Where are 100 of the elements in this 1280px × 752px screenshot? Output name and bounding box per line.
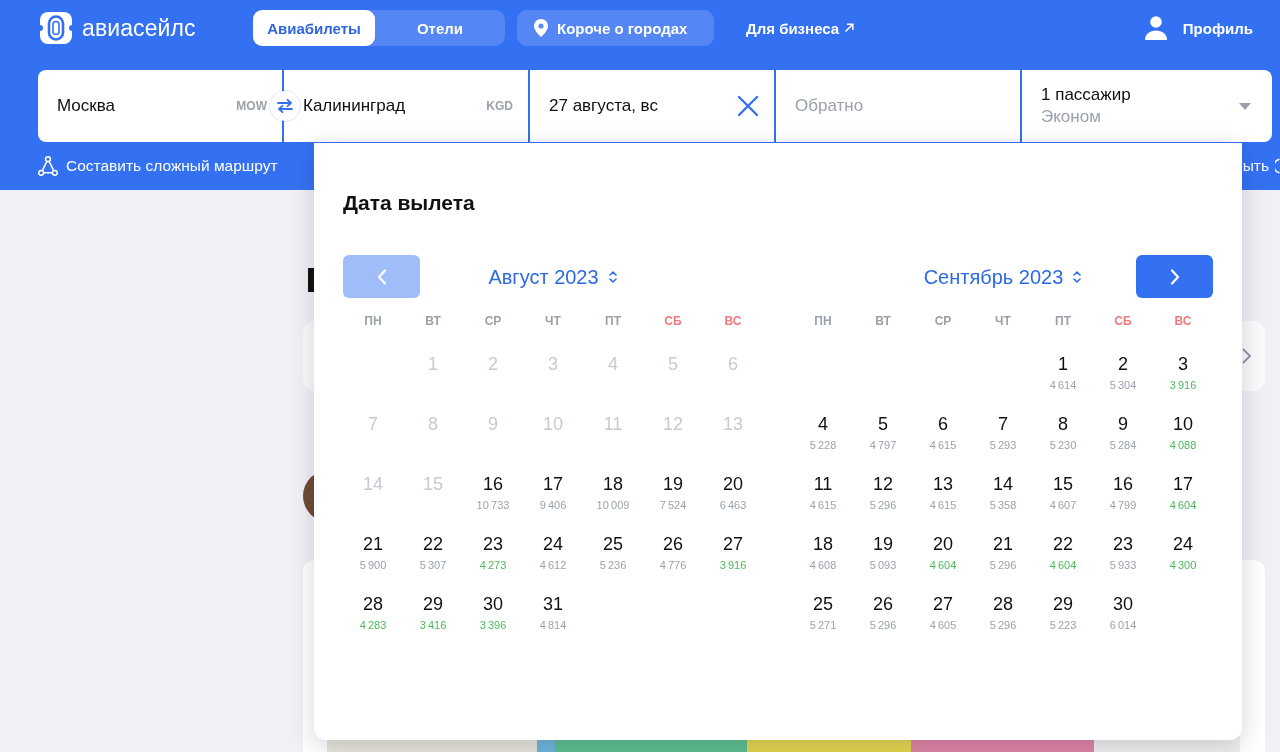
heading-fragment: [308, 268, 314, 292]
day-number[interactable]: 14: [993, 472, 1013, 496]
day-number[interactable]: 8: [1058, 412, 1068, 436]
day-number[interactable]: 18: [813, 532, 833, 556]
day-number[interactable]: 26: [873, 592, 893, 616]
day-number[interactable]: 27: [933, 592, 953, 616]
day-price: 7 524: [659, 498, 687, 512]
chevron-right-icon[interactable]: [1242, 348, 1251, 364]
day-number: 5: [668, 353, 678, 376]
day-number[interactable]: 5: [878, 412, 888, 436]
day-number[interactable]: 26: [663, 532, 683, 556]
up-down-chevron-icon: [607, 268, 618, 285]
day-number[interactable]: 1: [1058, 352, 1068, 376]
route-icon: [38, 156, 58, 176]
day-number[interactable]: 21: [993, 532, 1013, 556]
day-number[interactable]: 16: [483, 472, 503, 496]
day-price: 5 284: [1109, 438, 1137, 452]
swap-icon: [277, 99, 293, 113]
day-price: 4 273: [479, 558, 507, 572]
day-price: 5 230: [1049, 438, 1077, 452]
link-text-fragment[interactable]: ыть: [1242, 157, 1269, 175]
day-price: 4 615: [809, 498, 837, 512]
day-price: 4 797: [869, 438, 897, 452]
day-price: 4 612: [539, 558, 567, 572]
section-tab[interactable]: Авиабилеты: [253, 10, 375, 46]
day-number[interactable]: 30: [1113, 592, 1133, 616]
day-number[interactable]: 17: [543, 472, 563, 496]
day-price: 4 604: [1169, 498, 1197, 512]
profile-link[interactable]: Профиль: [1144, 16, 1253, 40]
day-number[interactable]: 16: [1113, 472, 1133, 496]
day-number[interactable]: 4: [818, 412, 828, 436]
city-name: Калининград: [303, 96, 407, 116]
city-field[interactable]: Калининград KGD: [284, 70, 528, 142]
day-number[interactable]: 22: [1053, 532, 1073, 556]
month-selector[interactable]: Август 2023: [488, 263, 618, 290]
day-number: 13: [723, 413, 743, 436]
city-field[interactable]: Москва MOW: [38, 70, 282, 142]
day-number[interactable]: 27: [723, 532, 743, 556]
day-number[interactable]: 10: [1173, 412, 1193, 436]
day-number[interactable]: 13: [933, 472, 953, 496]
day-price: 4 300: [1169, 558, 1197, 572]
day-number[interactable]: 17: [1173, 472, 1193, 496]
day-price: 5 296: [869, 618, 897, 632]
day-number: 12: [663, 413, 683, 436]
day-number[interactable]: 7: [998, 412, 1008, 436]
month-selector[interactable]: Сентябрь 2023: [923, 263, 1083, 290]
day-number: 10: [543, 413, 563, 436]
day-number[interactable]: 20: [723, 472, 743, 496]
passenger-count: 1 пассажир: [1041, 84, 1132, 106]
date-field[interactable]: 27 августа, вс: [530, 70, 774, 142]
passengers-field[interactable]: 1 пассажир Эконом: [1022, 70, 1272, 142]
chevron-right-icon: [1169, 268, 1180, 285]
day-price: 5 271: [809, 618, 837, 632]
day-price: 10 009: [596, 498, 630, 512]
day-number[interactable]: 24: [1173, 532, 1193, 556]
day-price: 4 608: [809, 558, 837, 572]
day-price: 5 296: [989, 558, 1017, 572]
day-number[interactable]: 22: [423, 532, 443, 556]
logo-text[interactable]: авиасейлс: [82, 14, 196, 42]
day-number: 14: [363, 473, 383, 496]
logo-icon[interactable]: [40, 12, 72, 44]
day-number[interactable]: 15: [1053, 472, 1073, 496]
day-price: 4 607: [1049, 498, 1077, 512]
return-date-field[interactable]: Обратно: [776, 70, 1020, 142]
day-number[interactable]: 9: [1118, 412, 1128, 436]
day-number[interactable]: 28: [363, 592, 383, 616]
day-number[interactable]: 25: [813, 592, 833, 616]
day-number: 3: [548, 353, 558, 376]
day-number[interactable]: 30: [483, 592, 503, 616]
day-number[interactable]: 29: [423, 592, 443, 616]
day-number[interactable]: 28: [993, 592, 1013, 616]
clear-icon[interactable]: [737, 95, 759, 117]
day-number[interactable]: 11: [813, 472, 833, 496]
weekday-label: ЧТ: [545, 313, 561, 329]
day-number[interactable]: 29: [1053, 592, 1073, 616]
weekday-label: ЧТ: [995, 313, 1011, 329]
day-number[interactable]: 24: [543, 532, 563, 556]
airport-code: MOW: [236, 99, 267, 113]
day-number[interactable]: 19: [663, 472, 683, 496]
day-number[interactable]: 6: [938, 412, 948, 436]
day-price: 4 814: [539, 618, 567, 632]
day-number[interactable]: 12: [873, 472, 893, 496]
day-price: 5 307: [419, 558, 447, 572]
day-number[interactable]: 31: [543, 592, 563, 616]
day-number[interactable]: 19: [873, 532, 893, 556]
business-link[interactable]: Для бизнеса: [746, 19, 855, 37]
day-number[interactable]: 2: [1118, 352, 1128, 376]
weekday-label: ПТ: [605, 313, 621, 329]
complex-route-link[interactable]: Составить сложный маршрут: [38, 156, 278, 176]
weekday-label: СР: [484, 313, 502, 329]
day-number[interactable]: 23: [1113, 532, 1133, 556]
day-number[interactable]: 23: [483, 532, 503, 556]
day-number[interactable]: 21: [363, 532, 383, 556]
next-month-button[interactable]: [1136, 255, 1213, 298]
day-price: 6 463: [719, 498, 747, 512]
day-number[interactable]: 25: [603, 532, 623, 556]
day-number[interactable]: 20: [933, 532, 953, 556]
day-number[interactable]: 18: [603, 472, 623, 496]
weekday-label: ВС: [1174, 313, 1192, 329]
day-number[interactable]: 3: [1178, 352, 1188, 376]
